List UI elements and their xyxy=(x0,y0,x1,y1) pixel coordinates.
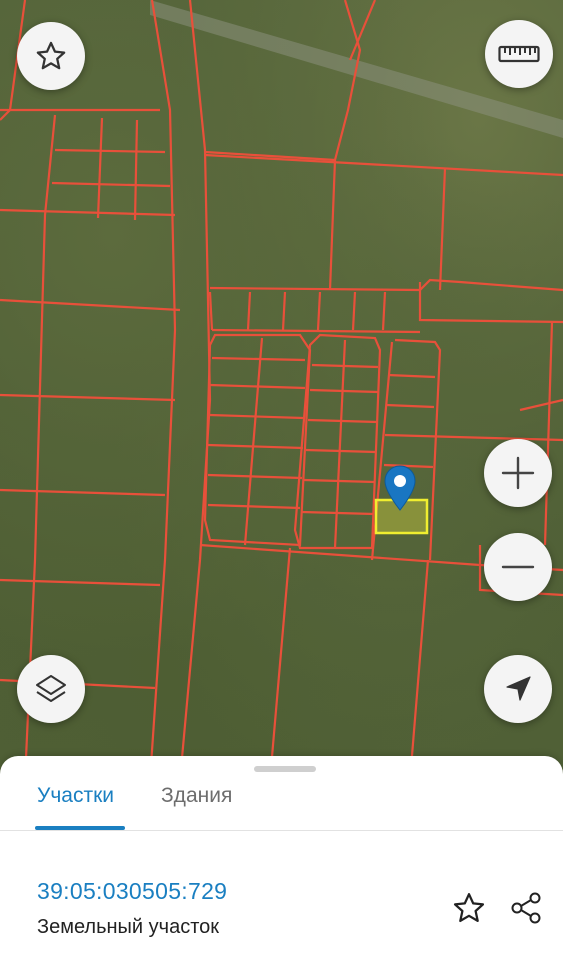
bottom-sheet: Участки Здания 39:05:030505:729 Земельны… xyxy=(0,756,563,960)
layers-icon xyxy=(36,675,66,702)
ruler-icon xyxy=(498,45,540,63)
star-icon xyxy=(36,41,66,70)
plus-icon xyxy=(501,456,535,490)
cadastral-number[interactable]: 39:05:030505:729 xyxy=(37,878,227,905)
ruler-button[interactable] xyxy=(485,20,553,88)
tab-parcels[interactable]: Участки xyxy=(37,784,114,808)
share-icon xyxy=(511,892,541,924)
zoom-in-button[interactable] xyxy=(484,439,552,507)
sheet-drag-handle[interactable] xyxy=(254,766,316,772)
locate-button[interactable] xyxy=(484,655,552,723)
parcel-boundaries xyxy=(0,0,563,780)
navigation-arrow-icon xyxy=(506,676,531,701)
tabs-divider xyxy=(0,830,563,831)
tab-buildings[interactable]: Здания xyxy=(161,784,232,808)
parcel-type: Земельный участок xyxy=(37,916,220,938)
favorite-button[interactable] xyxy=(17,22,85,90)
zoom-out-button[interactable] xyxy=(484,533,552,601)
satellite-map[interactable] xyxy=(0,0,563,780)
star-icon xyxy=(453,893,485,923)
minus-icon xyxy=(501,565,535,569)
share-button[interactable] xyxy=(506,888,546,928)
location-marker-icon[interactable] xyxy=(384,465,416,511)
layers-button[interactable] xyxy=(17,655,85,723)
add-favorite-button[interactable] xyxy=(449,888,489,928)
